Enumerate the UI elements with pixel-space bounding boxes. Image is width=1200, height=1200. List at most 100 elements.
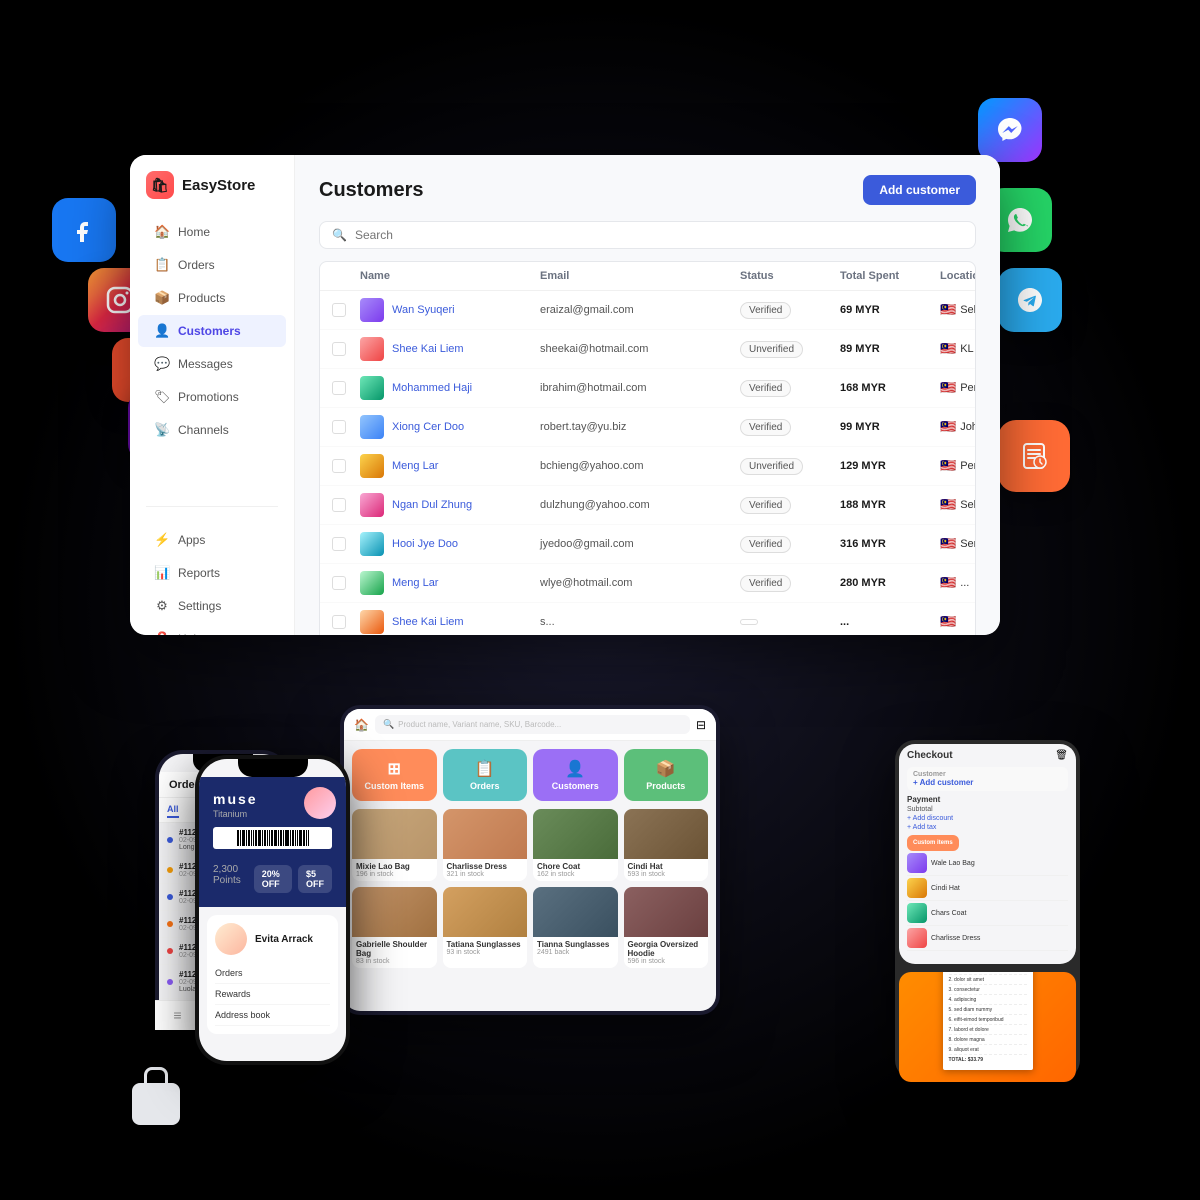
settings-icon: ⚙ xyxy=(154,598,170,614)
product-info: Cindi Hat 593 in stock xyxy=(624,859,709,881)
product-name: Tianna Sunglasses xyxy=(537,940,614,949)
row-checkbox[interactable] xyxy=(332,576,346,590)
pos-tile-customers[interactable]: 👤 Customers xyxy=(533,749,618,801)
total-spent: 129 MYR xyxy=(840,460,940,472)
profile-menu-orders[interactable]: Orders xyxy=(215,963,330,984)
product-stock: 2491 back xyxy=(537,949,614,956)
product-card[interactable]: Tianna Sunglasses 2491 back xyxy=(533,887,618,968)
sidebar-item-apps[interactable]: ⚡ Apps xyxy=(138,524,286,556)
tablet-home-icon[interactable]: 🏠 xyxy=(354,718,369,732)
table-row[interactable]: Meng Lar wlye@hotmail.com Verified 280 M… xyxy=(320,564,975,603)
sidebar-divider xyxy=(146,506,278,507)
product-card[interactable]: Tatiana Sunglasses 93 in stock xyxy=(443,887,528,968)
billing-icon[interactable] xyxy=(998,420,1070,492)
customer-name-text: Ngan Dul Zhung xyxy=(392,499,472,511)
product-card[interactable]: Charlisse Dress 321 in stock xyxy=(443,809,528,881)
location-cell: 🇲🇾Penang xyxy=(940,458,976,474)
sidebar-item-products[interactable]: 📦 Products xyxy=(138,282,286,314)
channels-icon: 📡 xyxy=(154,422,170,438)
sidebar-item-home[interactable]: 🏠 Home xyxy=(138,216,286,248)
customer-name-text: Meng Lar xyxy=(392,577,438,589)
product-info: Tatiana Sunglasses 93 in stock xyxy=(443,937,528,959)
total-spent: 280 MYR xyxy=(840,577,940,589)
row-checkbox[interactable] xyxy=(332,420,346,434)
pos-custom-tile[interactable]: Custom items xyxy=(907,835,959,851)
customer-email: jyedoo@gmail.com xyxy=(540,538,740,550)
messenger-icon[interactable] xyxy=(978,98,1042,162)
pos-add-customer[interactable]: + Add customer xyxy=(913,778,1062,787)
pos-tax-row: + Add tax xyxy=(907,824,1068,831)
product-stock: 162 in stock xyxy=(537,871,614,878)
pos-item-row: Chars Coat xyxy=(907,901,1068,926)
customer-name-text: Shee Kai Liem xyxy=(392,343,464,355)
muse-coupons: 20% OFF $5 OFF xyxy=(254,865,332,893)
sidebar-item-reports[interactable]: 📊 Reports xyxy=(138,557,286,589)
table-row[interactable]: Xiong Cer Doo robert.tay@yu.biz Verified… xyxy=(320,408,975,447)
table-row[interactable]: Shee Kai Liem sheekai@hotmail.com Unveri… xyxy=(320,330,975,369)
profile-menu-rewards[interactable]: Rewards xyxy=(215,984,330,1005)
total-spent: 99 MYR xyxy=(840,421,940,433)
home-nav-icon[interactable]: ≡ xyxy=(173,1007,181,1024)
product-card[interactable]: Cindi Hat 593 in stock xyxy=(624,809,709,881)
row-checkbox[interactable] xyxy=(332,342,346,356)
apps-icon: ⚡ xyxy=(154,532,170,548)
sidebar-item-channels[interactable]: 📡 Channels xyxy=(138,414,286,446)
product-name: Charlisse Dress xyxy=(447,862,524,871)
product-image xyxy=(443,809,528,859)
product-card[interactable]: Gabrielle Shoulder Bag 83 in stock xyxy=(352,887,437,968)
coupon-2[interactable]: $5 OFF xyxy=(298,865,332,893)
pos-tile-custom[interactable]: ⊞ Custom Items xyxy=(352,749,437,801)
pos-tile-products[interactable]: 📦 Products xyxy=(624,749,709,801)
sidebar-item-promotions[interactable]: 🏷 Promotions xyxy=(138,381,286,413)
telegram-icon[interactable] xyxy=(998,268,1062,332)
row-checkbox[interactable] xyxy=(332,498,346,512)
profile-menu-address[interactable]: Address book xyxy=(215,1005,330,1026)
table-row[interactable]: Meng Lar bchieng@yahoo.com Unverified 12… xyxy=(320,447,975,486)
status-badge: Verified xyxy=(740,380,840,397)
header-checkbox xyxy=(332,270,360,282)
profile-name: Evita Arrack xyxy=(255,934,313,945)
product-card[interactable]: Chore Coat 162 in stock xyxy=(533,809,618,881)
pos-add-tax[interactable]: + Add tax xyxy=(907,824,936,831)
pos-screen: Checkout 🗑 Customer + Add customer Payme… xyxy=(899,744,1076,964)
table-row[interactable]: Wan Syuqeri eraizal@gmail.com Verified 6… xyxy=(320,291,975,330)
sidebar-item-settings[interactable]: ⚙ Settings xyxy=(138,590,286,622)
facebook-icon[interactable] xyxy=(52,198,116,262)
add-customer-button[interactable]: Add customer xyxy=(863,175,976,205)
table-row[interactable]: Shee Kai Liem s... ... 🇲🇾 xyxy=(320,603,975,635)
product-card[interactable]: Mixie Lao Bag 196 in stock xyxy=(352,809,437,881)
location-cell: 🇲🇾Seremb... xyxy=(940,536,976,552)
row-checkbox[interactable] xyxy=(332,615,346,629)
status-badge: Unverified xyxy=(740,341,840,358)
product-image xyxy=(533,809,618,859)
row-checkbox[interactable] xyxy=(332,537,346,551)
search-icon: 🔍 xyxy=(332,228,347,242)
muse-card-info: muse Titanium xyxy=(213,791,258,819)
row-checkbox[interactable] xyxy=(332,303,346,317)
coupon-1[interactable]: 20% OFF xyxy=(254,865,292,893)
pos-item-name: Charlisse Dress xyxy=(931,935,1068,942)
customer-email: dulzhung@yahoo.com xyxy=(540,499,740,511)
table-row[interactable]: Hooi Jye Doo jyedoo@gmail.com Verified 3… xyxy=(320,525,975,564)
tablet-filter-icon[interactable]: ⊟ xyxy=(696,718,706,732)
pos-trash-icon[interactable]: 🗑 xyxy=(1055,750,1068,761)
sidebar-item-help[interactable]: ❓ Help xyxy=(138,623,286,635)
sidebar-item-messages[interactable]: 💬 Messages xyxy=(138,348,286,380)
row-checkbox[interactable] xyxy=(332,459,346,473)
product-stock: 596 in stock xyxy=(628,958,705,965)
muse-tier: Titanium xyxy=(213,809,258,819)
pos-tile-label-customers: Customers xyxy=(552,781,599,791)
table-row[interactable]: Ngan Dul Zhung dulzhung@yahoo.com Verifi… xyxy=(320,486,975,525)
sidebar-item-orders[interactable]: 📋 Orders xyxy=(138,249,286,281)
tab-all[interactable]: All xyxy=(167,802,179,818)
table-row[interactable]: Mohammed Haji ibrahim@hotmail.com Verifi… xyxy=(320,369,975,408)
customer-email: sheekai@hotmail.com xyxy=(540,343,740,355)
row-checkbox[interactable] xyxy=(332,381,346,395)
product-card[interactable]: Georgia Oversized Hoodie 596 in stock xyxy=(624,887,709,968)
search-input[interactable] xyxy=(355,228,963,242)
customers-icon: 👤 xyxy=(154,323,170,339)
pos-add-discount[interactable]: + Add discount xyxy=(907,815,953,822)
sidebar-item-customers[interactable]: 👤 Customers xyxy=(138,315,286,347)
receipt-line-6: 6. eifit-eimod temporibud xyxy=(949,1017,1027,1025)
pos-tile-orders[interactable]: 📋 Orders xyxy=(443,749,528,801)
